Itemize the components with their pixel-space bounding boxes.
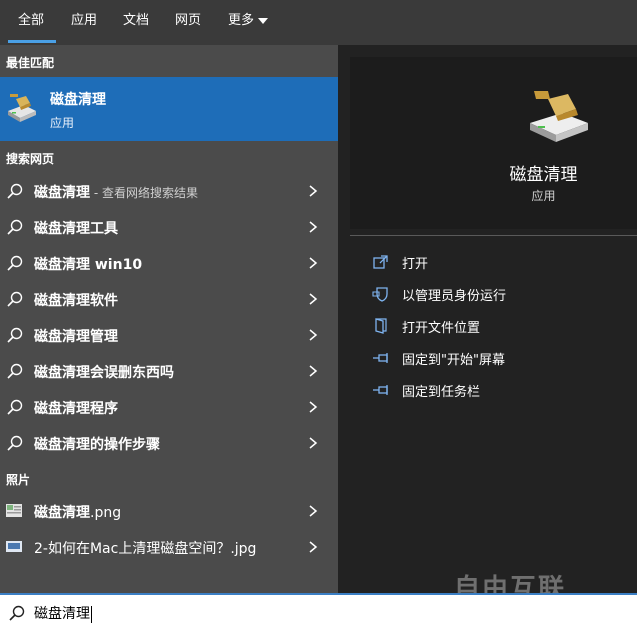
text-cursor (91, 605, 92, 623)
disk-cleanup-icon (8, 94, 36, 122)
tab-apps[interactable]: 应用 (71, 9, 97, 28)
disk-cleanup-icon (530, 91, 588, 142)
web-result-item[interactable]: 磁盘清理程序 (0, 389, 338, 425)
search-input[interactable]: 磁盘清理 (34, 603, 92, 623)
chevron-right-icon[interactable] (308, 401, 318, 413)
pin-icon (373, 385, 388, 395)
section-best-match: 最佳匹配 (6, 56, 55, 70)
search-icon (7, 435, 23, 451)
chevron-right-icon[interactable] (308, 329, 318, 341)
web-result-item[interactable]: 磁盘清理 win10 (0, 245, 338, 281)
chevron-right-icon[interactable] (308, 541, 318, 553)
detail-title: 磁盘清理 (509, 165, 578, 185)
active-tab-indicator (8, 40, 56, 43)
open-icon (373, 255, 388, 269)
web-result-label: 磁盘清理工具 (34, 221, 118, 237)
action-label: 固定到任务栏 (402, 385, 481, 400)
web-result-item[interactable]: 磁盘清理软件 (0, 281, 338, 317)
shield-icon (372, 287, 388, 302)
tab-more-label: 更多 (228, 13, 255, 28)
photo-result-match: 磁盘清理 (34, 505, 90, 521)
photo-result-item[interactable]: 磁盘清理.png (0, 493, 338, 529)
web-result-item[interactable]: 磁盘清理 - 查看网络搜索结果 (0, 173, 338, 209)
search-icon (7, 183, 23, 199)
action-label: 以管理员身份运行 (402, 289, 507, 304)
image-thumbnail-icon (6, 541, 22, 552)
web-result-label: 磁盘清理的操作步骤 (34, 437, 160, 453)
chevron-right-icon[interactable] (308, 437, 318, 449)
search-icon (7, 327, 23, 343)
tab-all[interactable]: 全部 (18, 9, 44, 28)
search-box[interactable]: 磁盘清理 (0, 593, 637, 630)
chevron-right-icon[interactable] (308, 221, 318, 233)
action-label: 固定到"开始"屏幕 (402, 353, 505, 368)
search-icon (9, 605, 25, 621)
chevron-right-icon[interactable] (308, 185, 318, 197)
web-result-label: 磁盘清理软件 (34, 293, 118, 309)
search-icon (7, 291, 23, 307)
chevron-right-icon[interactable] (308, 505, 318, 517)
search-icon (7, 399, 23, 415)
results-pane: 最佳匹配 磁盘清理 应用 搜索网页 磁盘清理 - 查看网络搜索结果 磁盘清理工具… (0, 45, 338, 593)
image-thumbnail-icon (6, 504, 22, 517)
best-match-title: 磁盘清理 (50, 92, 106, 108)
detail-card: 磁盘清理 应用 (350, 57, 637, 229)
tab-documents[interactable]: 文档 (123, 9, 149, 28)
scope-tabs: 全部 应用 文档 网页 更多 (0, 0, 637, 45)
best-match-item[interactable]: 磁盘清理 应用 (0, 77, 338, 141)
search-input-value: 磁盘清理 (34, 606, 90, 622)
best-match-subtitle: 应用 (50, 116, 75, 130)
chevron-right-icon[interactable] (308, 365, 318, 377)
chevron-right-icon[interactable] (308, 293, 318, 305)
photo-result-label: 2-如何在Mac上清理磁盘空间？.jpg (34, 541, 257, 557)
search-icon (7, 255, 23, 271)
chevron-right-icon[interactable] (308, 257, 318, 269)
web-result-label: 磁盘清理会误删东西吗 (34, 365, 174, 381)
search-icon (7, 363, 23, 379)
section-search-web: 搜索网页 (6, 152, 55, 166)
web-result-label: 磁盘清理 - 查看网络搜索结果 (34, 182, 198, 202)
action-label: 打开文件位置 (402, 321, 481, 336)
web-result-item[interactable]: 磁盘清理的操作步骤 (0, 425, 338, 461)
web-result-item[interactable]: 磁盘清理管理 (0, 317, 338, 353)
chevron-down-icon (258, 17, 269, 24)
web-result-query: 磁盘清理 (34, 185, 90, 201)
web-result-suffix: - 查看网络搜索结果 (90, 186, 198, 200)
pin-icon (373, 353, 388, 363)
web-result-label: 磁盘清理 win10 (34, 257, 143, 273)
web-result-item[interactable]: 磁盘清理会误删东西吗 (0, 353, 338, 389)
web-result-label: 磁盘清理管理 (34, 329, 118, 345)
photo-result-item[interactable]: 2-如何在Mac上清理磁盘空间？.jpg (0, 529, 338, 565)
tab-more[interactable]: 更多 (228, 9, 269, 28)
divider (350, 235, 637, 236)
search-icon (7, 219, 23, 235)
action-label: 打开 (402, 257, 429, 272)
folder-icon (375, 318, 387, 334)
section-photos: 照片 (6, 473, 31, 487)
photo-result-label: 磁盘清理.png (34, 502, 121, 522)
photo-result-ext: .png (90, 505, 122, 521)
detail-subtitle: 应用 (531, 189, 556, 203)
web-result-item[interactable]: 磁盘清理工具 (0, 209, 338, 245)
tab-web[interactable]: 网页 (175, 9, 201, 28)
web-result-label: 磁盘清理程序 (34, 401, 118, 417)
